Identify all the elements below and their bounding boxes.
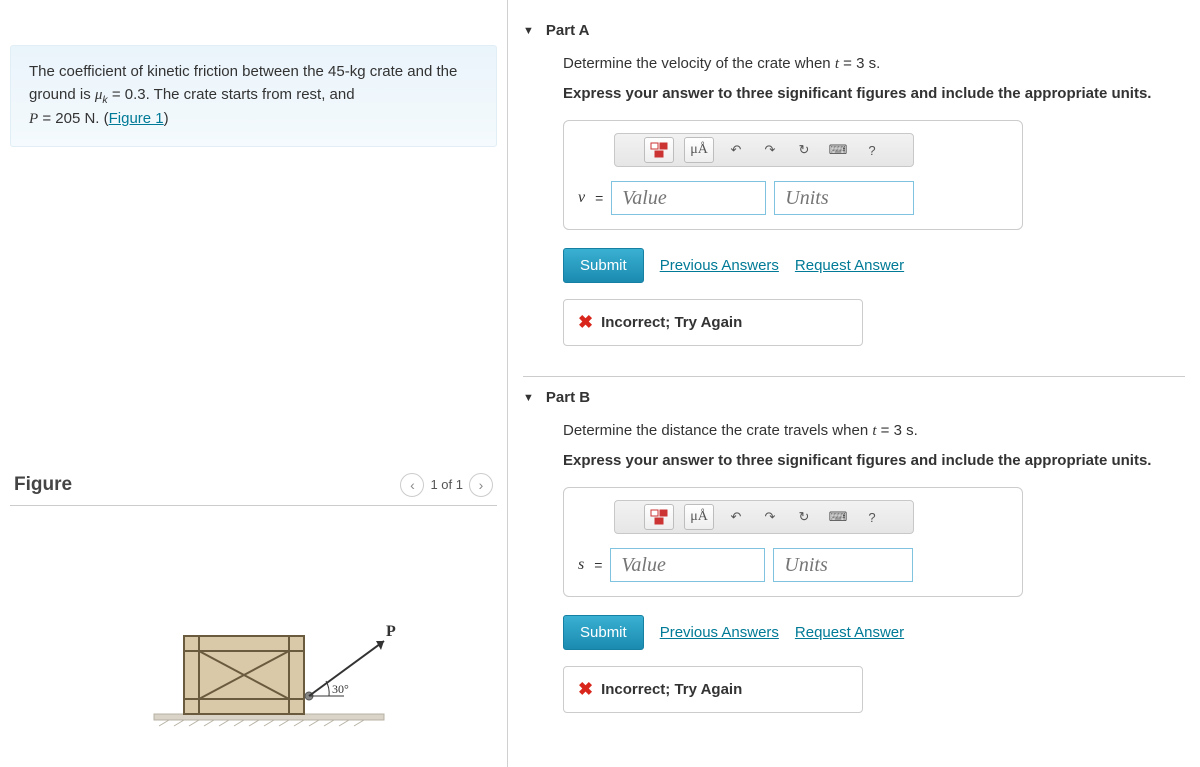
figure-title: Figure [14,474,400,496]
figure-image: 30° P [10,506,497,736]
force-label: P [386,623,396,640]
figure-next-button[interactable]: › [469,473,493,497]
part-b-value-input[interactable] [610,548,765,582]
angle-label: 30° [332,682,349,696]
part-a-title: Part A [546,22,590,39]
keyboard-button[interactable]: ⌨ [826,504,850,530]
caret-down-icon: ▼ [523,392,534,404]
part-b-toolbar: μÅ ↶ ↷ ↻ ⌨ ? [614,500,914,534]
part-a-units-input[interactable] [774,181,914,215]
part-b-title: Part B [546,389,590,406]
equals-label: = [594,557,602,573]
p-eq: = 205 N. ( [38,110,108,127]
figure-counter: 1 of 1 [430,477,463,492]
problem-statement: The coefficient of kinetic friction betw… [10,45,497,147]
template-picker-button[interactable] [644,504,674,530]
part-b-answer-panel: μÅ ↶ ↷ ↻ ⌨ ? s = [563,487,1023,597]
incorrect-icon: ✖ [578,679,593,700]
part-a-feedback-text: Incorrect; Try Again [601,314,742,331]
answer-area: ▼ Part A Determine the velocity of the c… [508,0,1200,767]
figure-nav: ‹ 1 of 1 › [400,473,493,497]
redo-button[interactable]: ↷ [758,137,782,163]
help-button[interactable]: ? [860,504,884,530]
figure-link[interactable]: Figure 1 [109,110,164,127]
part-a-answer-panel: μÅ ↶ ↷ ↻ ⌨ ? v = [563,120,1023,230]
figure-prev-button[interactable]: ‹ [400,473,424,497]
part-b-feedback-text: Incorrect; Try Again [601,681,742,698]
redo-button[interactable]: ↷ [758,504,782,530]
part-b-request-answer-link[interactable]: Request Answer [795,624,904,641]
part-b-submit-button[interactable]: Submit [563,615,644,650]
part-a-toolbar: μÅ ↶ ↷ ↻ ⌨ ? [614,133,914,167]
part-a-request-answer-link[interactable]: Request Answer [795,257,904,274]
undo-button[interactable]: ↶ [724,137,748,163]
part-b-units-input[interactable] [773,548,913,582]
part-b-instruction: Determine the distance the crate travels… [563,422,1185,440]
template-picker-button[interactable] [644,137,674,163]
part-a-variable: v [578,189,585,207]
part-b-feedback: ✖ Incorrect; Try Again [563,666,863,713]
part-b-format: Express your answer to three significant… [563,452,1185,469]
part-a-value-input[interactable] [611,181,766,215]
part-a-format: Express your answer to three significant… [563,85,1185,102]
help-button[interactable]: ? [860,137,884,163]
undo-button[interactable]: ↶ [724,504,748,530]
incorrect-icon: ✖ [578,312,593,333]
part-b-header[interactable]: ▼ Part B [523,376,1185,422]
part-a-instruction: Determine the velocity of the crate when… [563,55,1185,73]
units-button[interactable]: μÅ [684,504,714,530]
part-a-header[interactable]: ▼ Part A [523,10,1185,55]
part-b-previous-answers-link[interactable]: Previous Answers [660,624,779,641]
keyboard-button[interactable]: ⌨ [826,137,850,163]
reset-button[interactable]: ↻ [792,137,816,163]
figure-section: Figure ‹ 1 of 1 › [10,467,497,736]
part-a-submit-button[interactable]: Submit [563,248,644,283]
caret-down-icon: ▼ [523,25,534,37]
mu-eq: = 0.3. The crate starts from rest, and [108,86,355,103]
part-a-previous-answers-link[interactable]: Previous Answers [660,257,779,274]
units-button[interactable]: μÅ [684,137,714,163]
p-symbol: P [29,111,38,127]
part-b-variable: s [578,556,584,574]
part-a-feedback: ✖ Incorrect; Try Again [563,299,863,346]
paren-close: ) [164,110,169,127]
problem-sidebar: The coefficient of kinetic friction betw… [0,0,508,767]
reset-button[interactable]: ↻ [792,504,816,530]
equals-label: = [595,190,603,206]
